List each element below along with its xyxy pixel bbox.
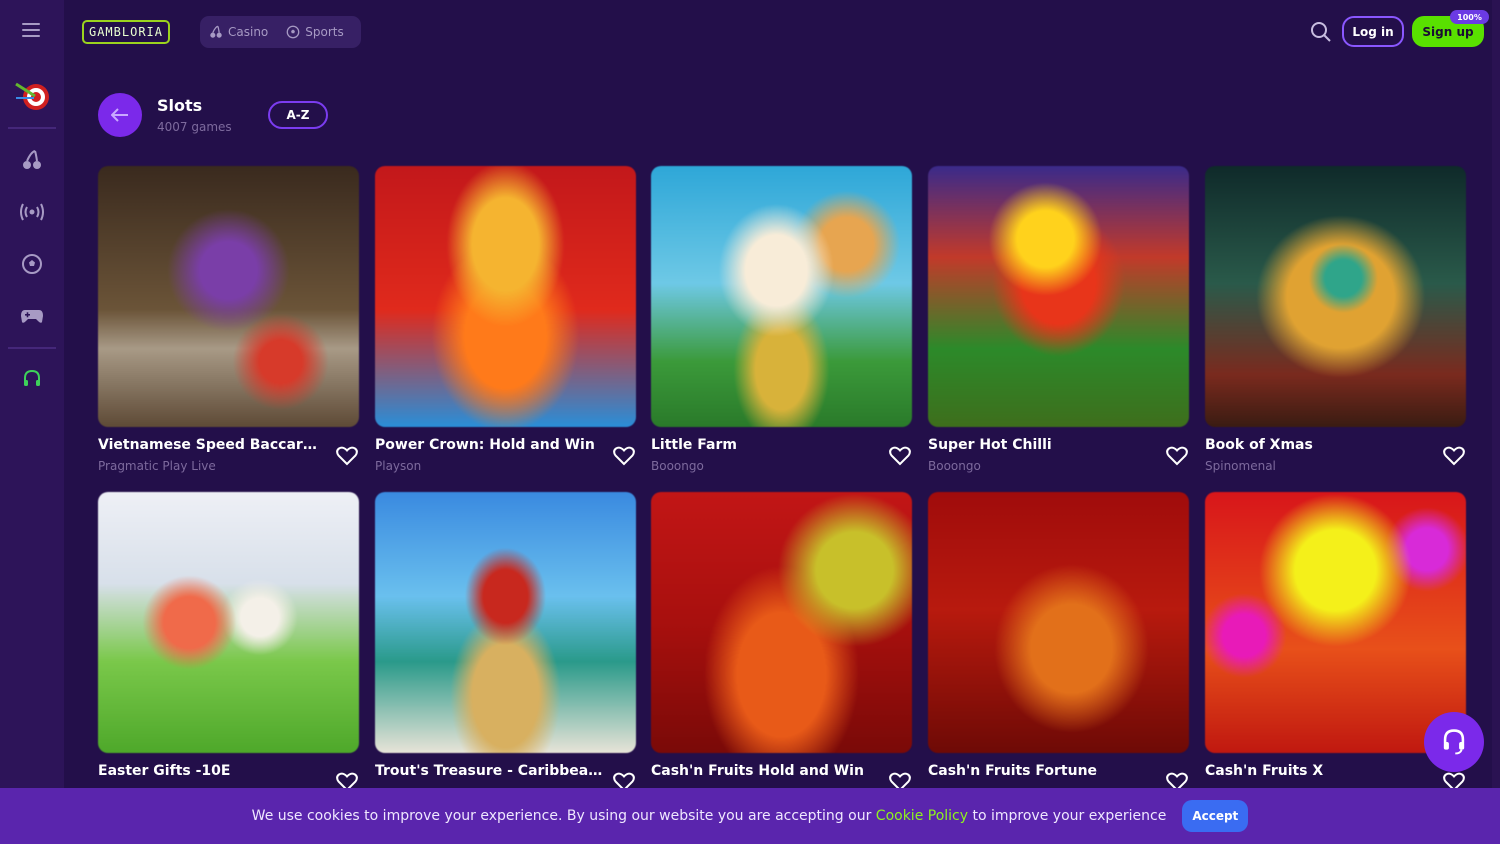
game-provider: Pragmatic Play Live (98, 459, 216, 473)
login-button[interactable]: Log in (1342, 16, 1404, 47)
cherries-icon[interactable] (12, 140, 52, 180)
back-button[interactable] (98, 93, 142, 137)
tab-sports[interactable]: Sports (277, 16, 352, 48)
favorite-heart-icon[interactable] (1166, 446, 1188, 466)
game-provider: Booongo (651, 459, 704, 473)
game-thumbnail[interactable] (1205, 492, 1466, 753)
game-card[interactable]: Book of Xmas Spinomenal (1205, 166, 1466, 473)
game-card[interactable]: Little Farm Booongo (651, 166, 912, 473)
favorite-heart-icon[interactable] (1443, 446, 1465, 466)
game-card[interactable]: Easter Gifts -10E (98, 492, 359, 792)
cookie-text-before: We use cookies to improve your experienc… (251, 808, 876, 824)
game-title: Little Farm (651, 437, 737, 453)
target-promo-icon[interactable] (12, 76, 52, 116)
game-title: Cash'n Fruits X (1205, 763, 1324, 779)
game-title: Cash'n Fruits Fortune (928, 763, 1098, 779)
game-title: Super Hot Chilli (928, 437, 1052, 453)
headset-icon (1443, 729, 1465, 755)
favorite-heart-icon[interactable] (889, 446, 911, 466)
arrow-left-icon (111, 108, 128, 122)
game-title: Vietnamese Speed Baccarat 2 (98, 437, 326, 453)
signup-bonus-badge: 100% (1450, 10, 1489, 24)
game-thumbnail[interactable] (651, 166, 912, 427)
tab-casino-label: Casino (228, 25, 269, 39)
game-card[interactable]: Cash'n Fruits X (1205, 492, 1466, 792)
game-title: Power Crown: Hold and Win (375, 437, 595, 453)
sidebar (0, 0, 64, 844)
accept-cookies-button[interactable]: Accept (1182, 800, 1249, 832)
game-card[interactable]: Cash'n Fruits Hold and Win (651, 492, 912, 792)
game-thumbnail[interactable] (98, 166, 359, 427)
page-scrollbar[interactable] (1492, 0, 1500, 788)
tab-sports-label: Sports (305, 25, 344, 39)
game-title: Book of Xmas (1205, 437, 1313, 453)
game-card[interactable]: Power Crown: Hold and Win Playson (375, 166, 636, 473)
page-title: Slots (157, 96, 203, 115)
cookie-policy-link[interactable]: Cookie Policy (876, 808, 968, 824)
sort-az-button[interactable]: A-Z (268, 101, 328, 129)
menu-icon[interactable] (12, 10, 52, 50)
game-title: Trout's Treasure - Caribbean Catch (375, 763, 603, 779)
brand-logo[interactable]: GAMBLORIA (82, 20, 170, 44)
game-title: Cash'n Fruits Hold and Win (651, 763, 864, 779)
game-thumbnail[interactable] (928, 492, 1189, 753)
soccer-ball-icon[interactable] (12, 244, 52, 284)
category-switch: Casino Sports (200, 16, 361, 48)
game-thumbnail[interactable] (375, 492, 636, 753)
games-count: 4007 games (157, 120, 232, 134)
game-card[interactable]: Vietnamese Speed Baccarat 2 Pragmatic Pl… (98, 166, 359, 473)
cookie-text-after: to improve your experience (968, 808, 1167, 824)
game-thumbnail[interactable] (928, 166, 1189, 427)
game-thumbnail[interactable] (1205, 166, 1466, 427)
game-thumbnail[interactable] (375, 166, 636, 427)
gamepad-icon[interactable] (12, 296, 52, 336)
top-bar: GAMBLORIA Casino Sports Log in Sign up 1… (64, 0, 1500, 64)
cookie-banner: We use cookies to improve your experienc… (0, 788, 1500, 844)
game-title: Easter Gifts -10E (98, 763, 231, 779)
cherries-icon (210, 25, 222, 38)
game-provider: Booongo (928, 459, 981, 473)
game-thumbnail[interactable] (651, 492, 912, 753)
soccer-ball-icon (286, 25, 300, 39)
sidebar-divider (8, 347, 56, 349)
game-provider: Playson (375, 459, 422, 473)
search-icon[interactable] (1310, 21, 1332, 43)
favorite-heart-icon[interactable] (613, 446, 635, 466)
game-provider: Spinomenal (1205, 459, 1276, 473)
tab-casino[interactable]: Casino (200, 16, 277, 48)
game-card[interactable]: Super Hot Chilli Booongo (928, 166, 1189, 473)
support-headset-icon[interactable] (12, 360, 52, 400)
cookie-message: We use cookies to improve your experienc… (252, 808, 1167, 824)
game-card[interactable]: Cash'n Fruits Fortune (928, 492, 1189, 792)
game-thumbnail[interactable] (98, 492, 359, 753)
live-broadcast-icon[interactable] (12, 192, 52, 232)
live-support-button[interactable] (1424, 712, 1484, 772)
sidebar-divider (8, 127, 56, 129)
game-card[interactable]: Trout's Treasure - Caribbean Catch (375, 492, 636, 792)
favorite-heart-icon[interactable] (336, 446, 358, 466)
